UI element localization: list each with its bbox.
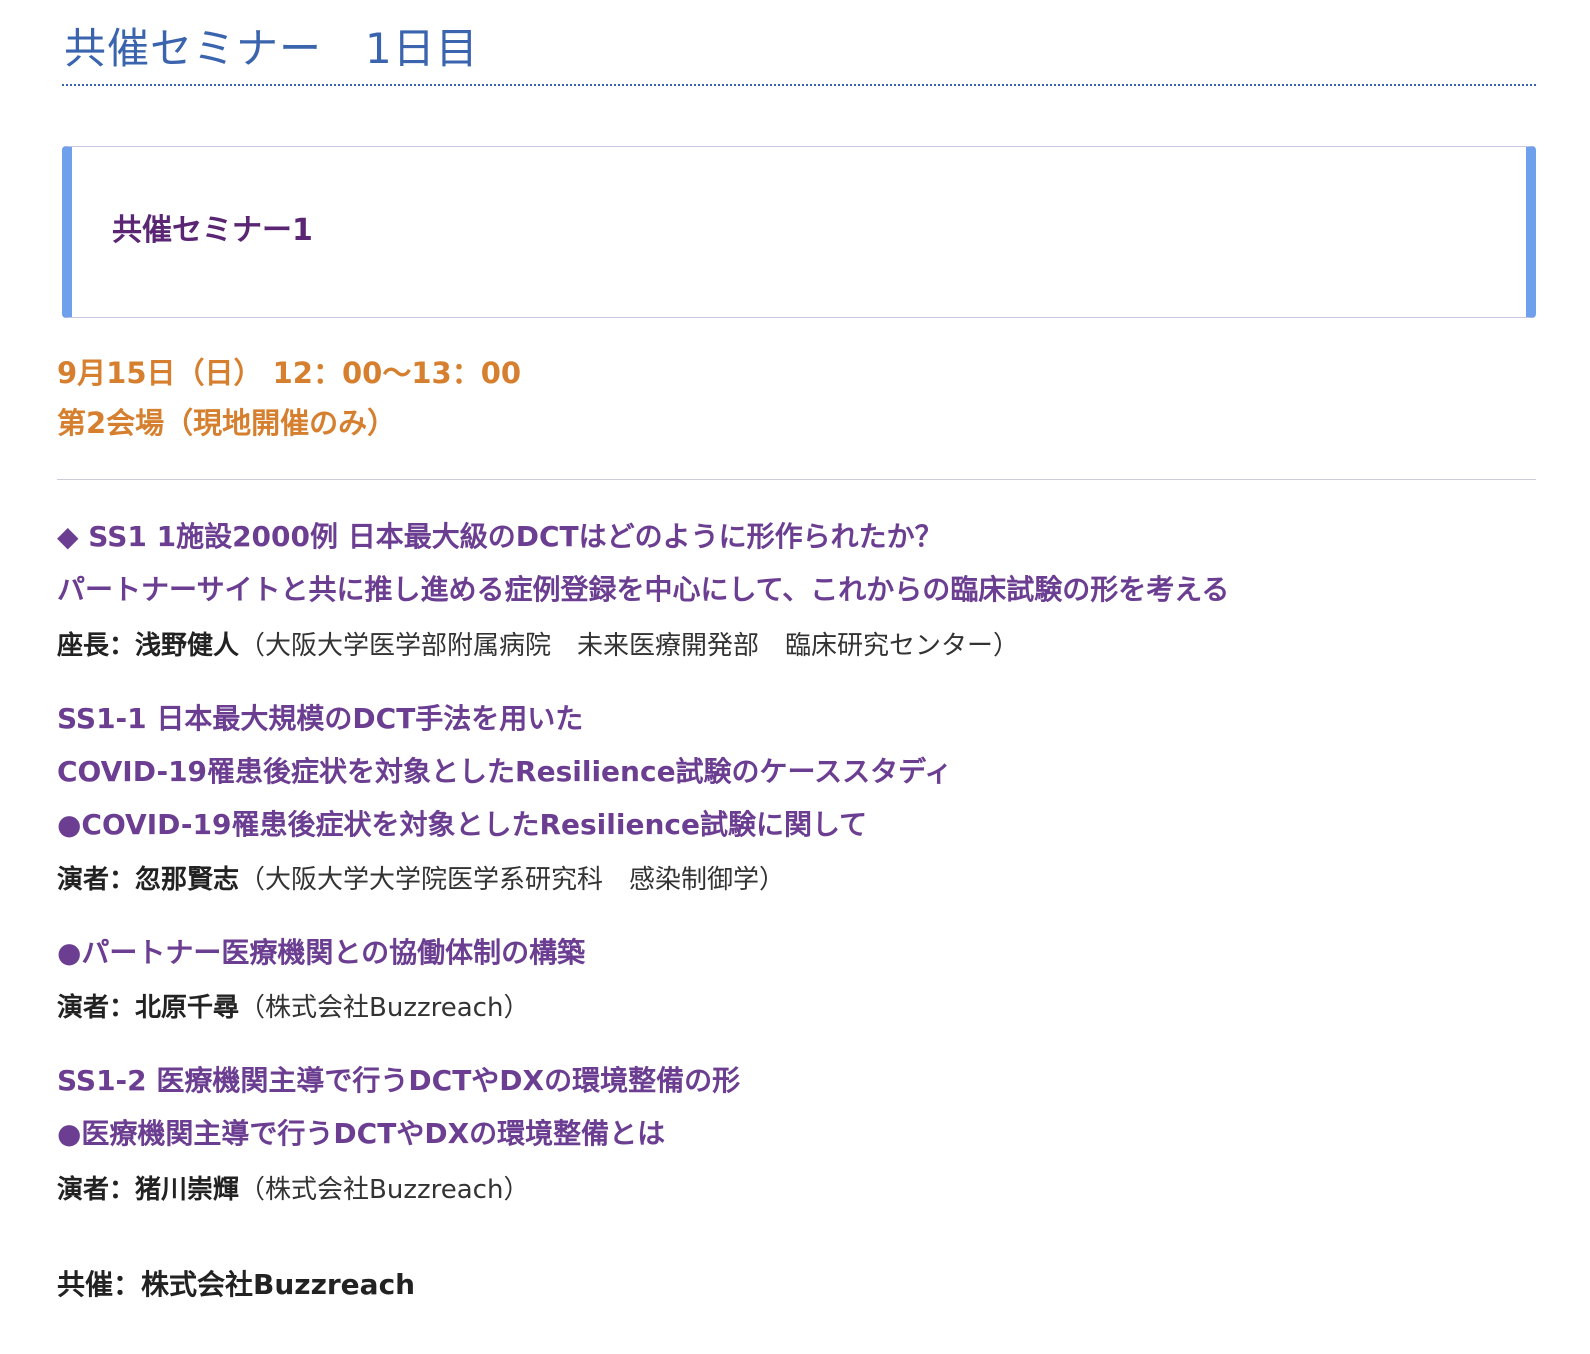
session-datetime: 9月15日（日） 12：00〜13：00	[57, 356, 522, 390]
speaker-role-name: 演者：猪川崇輝	[57, 1175, 240, 1205]
ss1-1-title-line2: COVID-19罹患後症状を対象としたResilience試験のケーススタディ	[57, 755, 953, 788]
chair-line: 座長：浅野健人（大阪大学医学部附属病院 未来医療開発部 臨床研究センター）	[57, 626, 1019, 666]
speaker-affiliation: （大阪大学大学院医学系研究科 感染制御学）	[239, 865, 786, 895]
speaker-affiliation: （株式会社Buzzreach）	[239, 993, 530, 1023]
title-dotted-divider	[62, 84, 1536, 86]
chair-role-name: 座長：浅野健人	[57, 631, 240, 661]
ss1-2-speaker1-line: 演者：猪川崇輝（株式会社Buzzreach）	[57, 1170, 529, 1210]
ss1-1-topic1: ●COVID-19罹患後症状を対象としたResilience試験に関して	[57, 808, 868, 841]
speaker-affiliation: （株式会社Buzzreach）	[239, 1175, 530, 1205]
ss1-title-line1: ◆ SS1 1施設2000例 日本最大級のDCTはどのように形作られたか？	[57, 520, 943, 553]
speaker-role-name: 演者：忽那賢志	[57, 865, 240, 895]
ss1-2-title-line1: SS1-2 医療機関主導で行うDCTやDXの環境整備の形	[57, 1064, 741, 1097]
ss1-title-line2: パートナーサイトと共に推し進める症例登録を中心にして、これからの臨床試験の形を考…	[57, 573, 1230, 606]
speaker-role-name: 演者：北原千尋	[57, 993, 240, 1023]
ss1-1-speaker2-line: 演者：北原千尋（株式会社Buzzreach）	[57, 988, 529, 1028]
ss1-1-title-line1: SS1-1 日本最大規模のDCT手法を用いた	[57, 702, 584, 735]
page-title: 共催セミナー 1日目	[64, 24, 479, 73]
chair-affiliation: （大阪大学医学部附属病院 未来医療開発部 臨床研究センター）	[239, 631, 1020, 661]
session-venue: 第2会場（現地開催のみ）	[57, 406, 397, 440]
session-header-box: 共催セミナー1	[62, 146, 1536, 318]
section-divider	[57, 479, 1536, 480]
ss1-1-topic2: ●パートナー医療機関との協働体制の構築	[57, 936, 586, 969]
ss1-1-speaker1-line: 演者：忽那賢志（大阪大学大学院医学系研究科 感染制御学）	[57, 860, 785, 900]
session-name: 共催セミナー1	[112, 213, 313, 248]
ss1-2-topic1: ●医療機関主導で行うDCTやDXの環境整備とは	[57, 1117, 666, 1150]
cosponsor: 共催：株式会社Buzzreach	[57, 1268, 416, 1301]
